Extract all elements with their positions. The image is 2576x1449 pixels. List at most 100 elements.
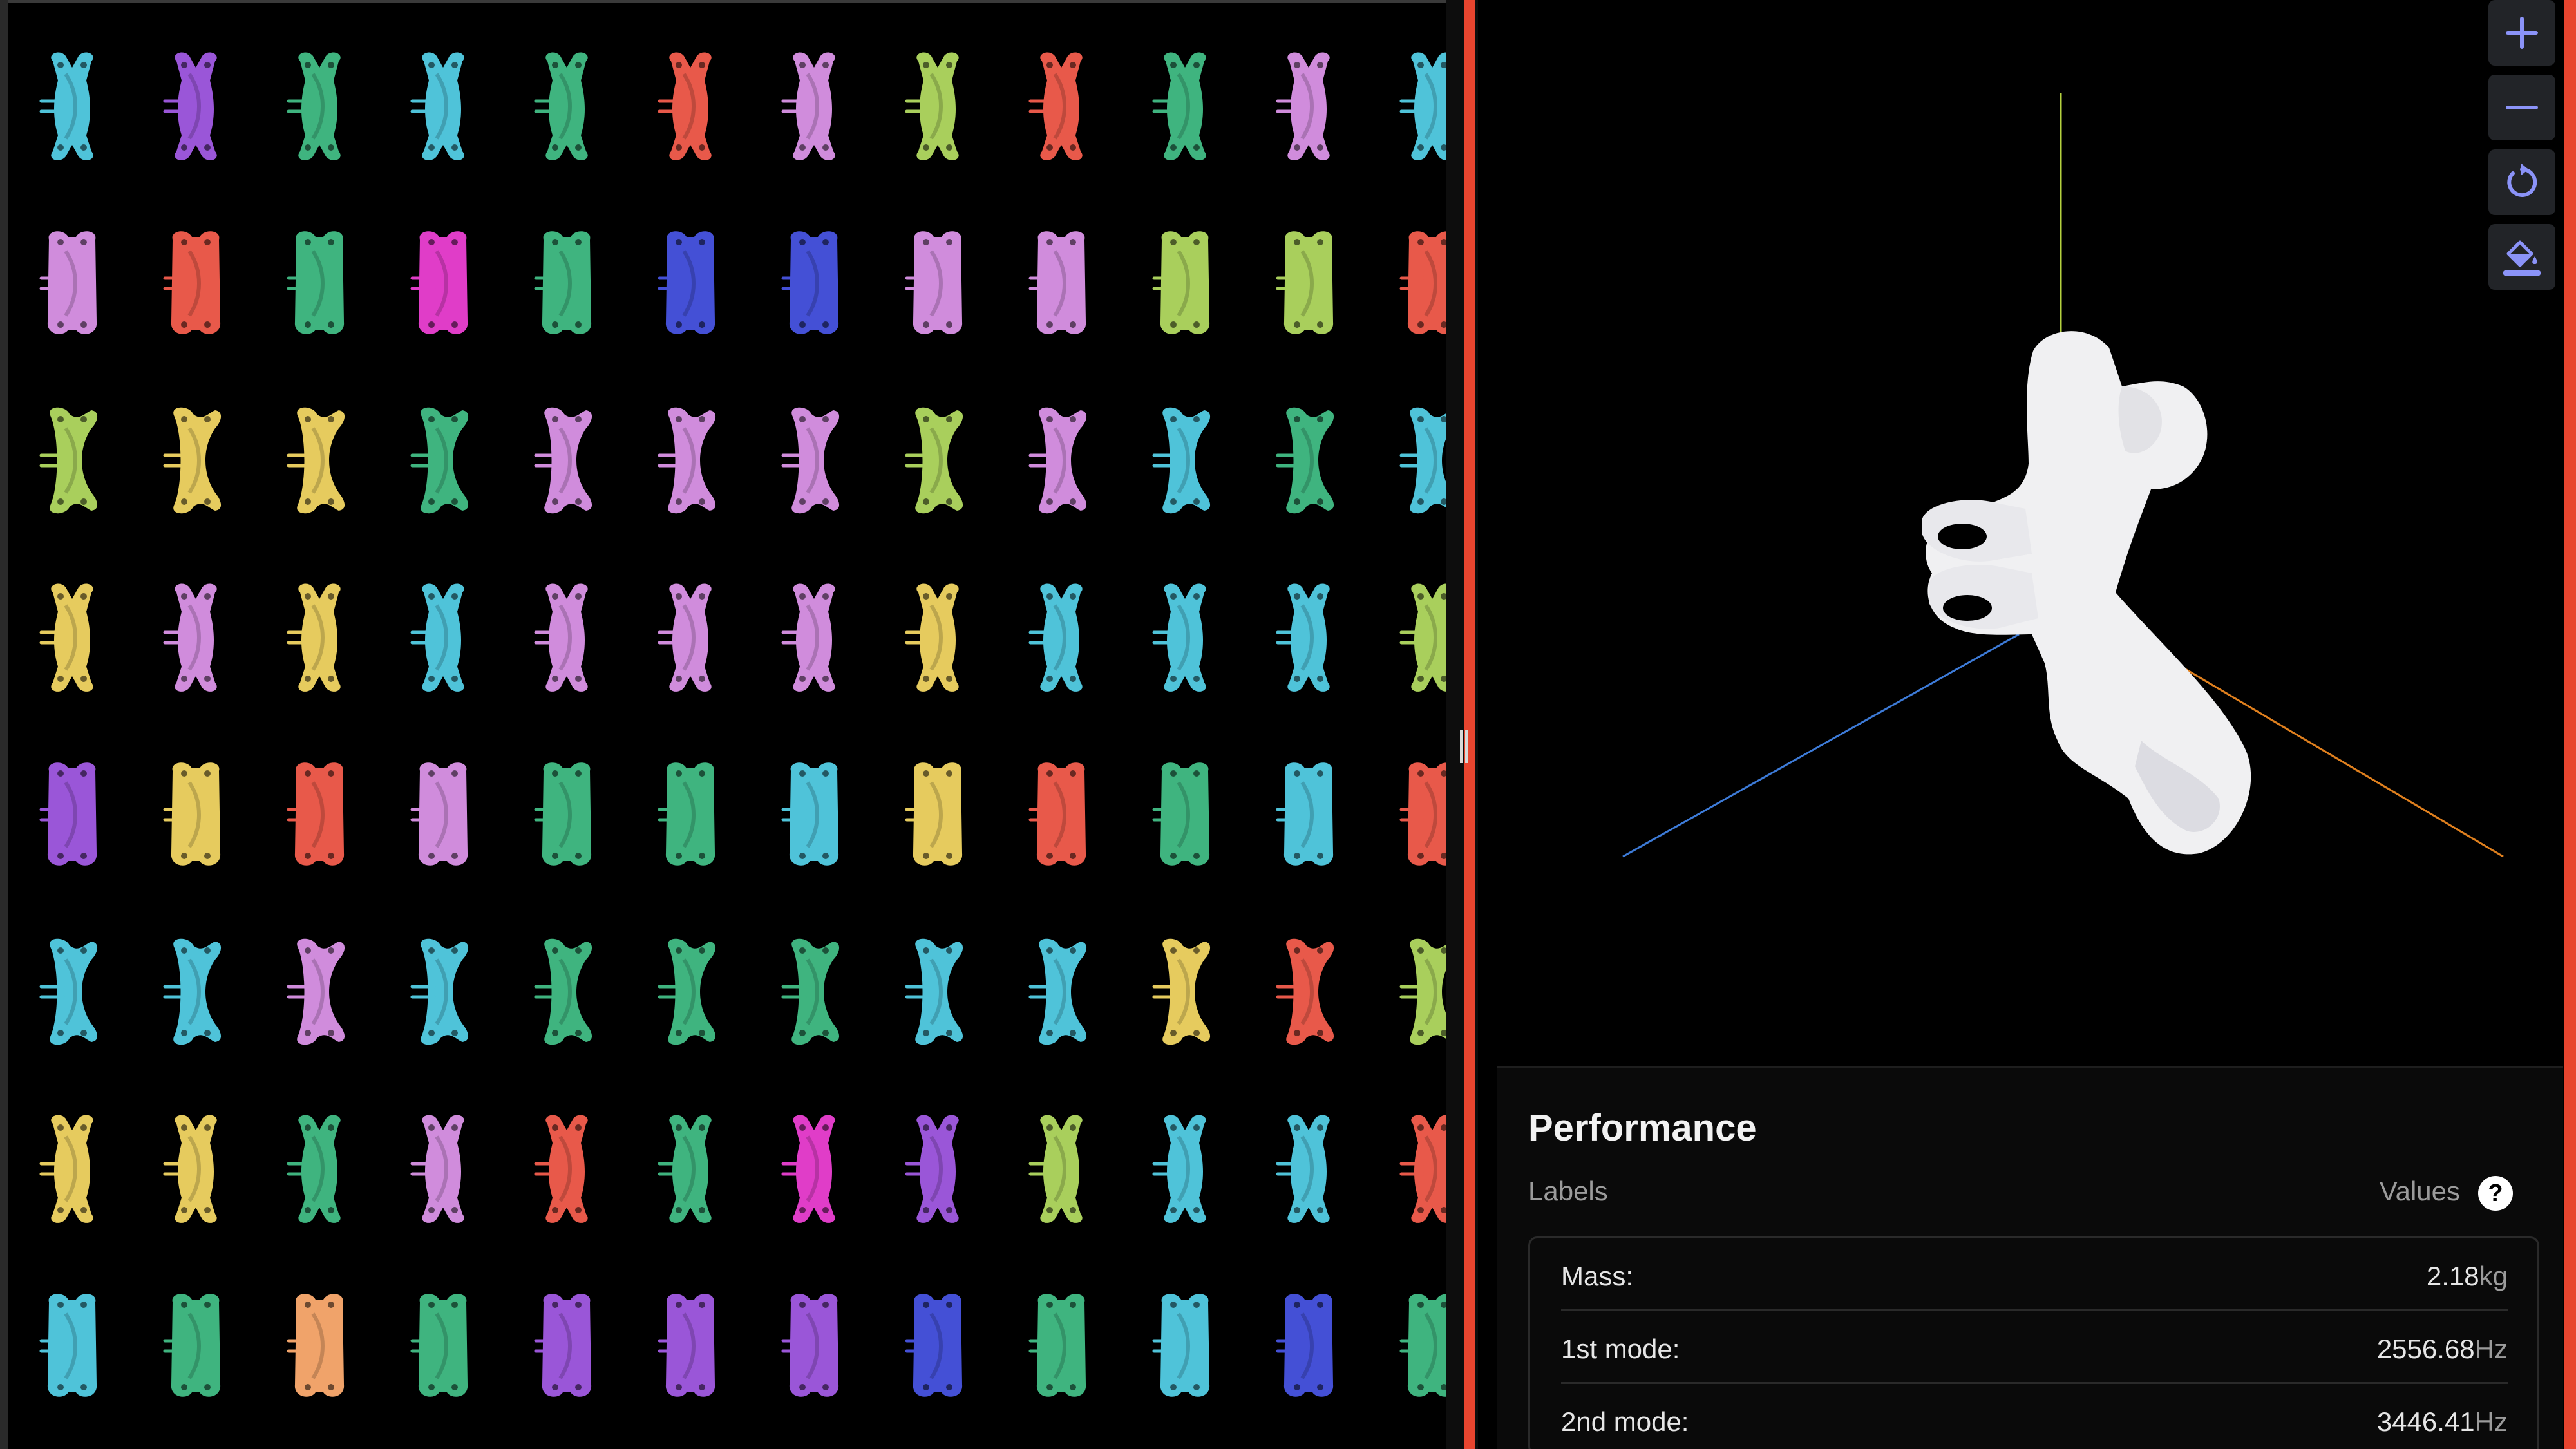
design-thumbnail[interactable] bbox=[658, 231, 715, 334]
design-thumbnail[interactable] bbox=[534, 583, 588, 692]
design-thumbnail[interactable] bbox=[410, 1115, 464, 1223]
design-thumbnail[interactable] bbox=[163, 231, 221, 334]
design-thumbnail[interactable] bbox=[1028, 938, 1087, 1045]
reset-view-button[interactable] bbox=[2488, 149, 2555, 215]
design-thumbnail[interactable] bbox=[1028, 231, 1086, 334]
design-thumbnail[interactable] bbox=[781, 762, 839, 866]
splitter-handle-icon[interactable] bbox=[1460, 730, 1468, 763]
design-thumbnail[interactable] bbox=[39, 231, 97, 334]
design-thumbnail[interactable] bbox=[1399, 407, 1446, 514]
design-thumbnail[interactable] bbox=[39, 583, 93, 692]
selected-part-model[interactable] bbox=[1922, 331, 2251, 855]
design-thumbnail[interactable] bbox=[39, 1115, 93, 1223]
design-thumbnail[interactable] bbox=[781, 1115, 835, 1223]
3d-scene[interactable] bbox=[1478, 0, 2566, 1066]
design-thumbnail[interactable] bbox=[1152, 1294, 1210, 1397]
design-thumbnail[interactable] bbox=[1276, 938, 1334, 1045]
design-thumbnail[interactable] bbox=[534, 938, 592, 1045]
design-thumbnail[interactable] bbox=[39, 938, 98, 1045]
design-thumbnail[interactable] bbox=[163, 1115, 217, 1223]
design-thumbnail[interactable] bbox=[905, 583, 959, 692]
design-thumbnail[interactable] bbox=[658, 1115, 712, 1223]
design-thumbnail[interactable] bbox=[163, 938, 222, 1045]
design-thumbnail[interactable] bbox=[1028, 1115, 1083, 1223]
zoom-out-button[interactable] bbox=[2488, 75, 2555, 140]
design-thumbnail[interactable] bbox=[1399, 583, 1446, 692]
design-thumbnail[interactable] bbox=[1028, 407, 1087, 514]
design-thumbnail[interactable] bbox=[410, 938, 469, 1045]
design-thumbnail[interactable] bbox=[905, 938, 963, 1045]
design-thumbnail[interactable] bbox=[287, 583, 341, 692]
color-fill-button[interactable] bbox=[2488, 224, 2555, 290]
design-thumbnail[interactable] bbox=[287, 52, 341, 160]
design-thumbnail[interactable] bbox=[905, 762, 963, 866]
design-thumbnail[interactable] bbox=[534, 52, 588, 160]
design-thumbnail[interactable] bbox=[1399, 1115, 1446, 1223]
design-thumbnail[interactable] bbox=[781, 407, 840, 514]
design-thumbnail[interactable] bbox=[1276, 583, 1330, 692]
design-thumbnail[interactable] bbox=[658, 938, 716, 1045]
design-thumbnail[interactable] bbox=[905, 231, 963, 334]
design-thumbnail[interactable] bbox=[1399, 52, 1446, 160]
design-thumbnail[interactable] bbox=[1152, 52, 1206, 160]
design-thumbnail[interactable] bbox=[1152, 583, 1206, 692]
design-thumbnail[interactable] bbox=[287, 407, 345, 514]
design-thumbnail[interactable] bbox=[658, 407, 716, 514]
help-icon[interactable]: ? bbox=[2478, 1176, 2513, 1211]
design-thumbnail[interactable] bbox=[1399, 938, 1446, 1045]
design-thumbnail[interactable] bbox=[534, 762, 592, 866]
3d-viewer[interactable] bbox=[1478, 0, 2566, 1066]
design-thumbnail[interactable] bbox=[410, 52, 464, 160]
design-thumbnail[interactable] bbox=[1276, 231, 1334, 334]
design-thumbnail[interactable] bbox=[905, 407, 963, 514]
design-thumbnail[interactable] bbox=[781, 231, 839, 334]
design-thumbnail[interactable] bbox=[534, 1294, 592, 1397]
design-thumbnail[interactable] bbox=[905, 1115, 959, 1223]
zoom-in-button[interactable] bbox=[2488, 0, 2555, 66]
design-thumbnail[interactable] bbox=[1399, 231, 1446, 334]
design-thumbnail[interactable] bbox=[287, 1294, 345, 1397]
design-thumbnail[interactable] bbox=[534, 407, 592, 514]
design-thumbnail[interactable] bbox=[163, 52, 217, 160]
design-thumbnail[interactable] bbox=[781, 938, 840, 1045]
design-thumbnail[interactable] bbox=[905, 52, 959, 160]
design-thumbnail[interactable] bbox=[410, 762, 468, 866]
design-thumbnail[interactable] bbox=[1276, 1294, 1334, 1397]
design-thumbnail[interactable] bbox=[287, 231, 345, 334]
design-thumbnail[interactable] bbox=[534, 231, 592, 334]
design-thumbnail[interactable] bbox=[163, 583, 217, 692]
design-thumbnail[interactable] bbox=[1276, 52, 1330, 160]
design-thumbnail[interactable] bbox=[905, 1294, 963, 1397]
design-thumbnail[interactable] bbox=[287, 1115, 341, 1223]
design-thumbnail[interactable] bbox=[658, 583, 712, 692]
design-thumbnail[interactable] bbox=[1152, 938, 1211, 1045]
design-thumbnail[interactable] bbox=[1276, 407, 1334, 514]
design-thumbnail[interactable] bbox=[1399, 762, 1446, 866]
design-thumbnail[interactable] bbox=[39, 407, 98, 514]
design-thumbnail[interactable] bbox=[39, 1294, 97, 1397]
design-thumbnail[interactable] bbox=[410, 231, 468, 334]
design-thumbnail[interactable] bbox=[781, 583, 835, 692]
design-thumbnail[interactable] bbox=[410, 583, 464, 692]
design-thumbnail[interactable] bbox=[1028, 1294, 1086, 1397]
design-thumbnail[interactable] bbox=[658, 52, 712, 160]
design-thumbnail[interactable] bbox=[39, 52, 93, 160]
design-thumbnail[interactable] bbox=[1028, 52, 1083, 160]
design-thumbnail[interactable] bbox=[781, 52, 835, 160]
design-thumbnail[interactable] bbox=[1028, 762, 1086, 866]
design-thumbnail[interactable] bbox=[410, 407, 469, 514]
grid-left-scroll-edge[interactable] bbox=[0, 0, 8, 1449]
design-thumbnail[interactable] bbox=[287, 762, 345, 866]
design-thumbnail[interactable] bbox=[1152, 762, 1210, 866]
design-thumbnail[interactable] bbox=[1399, 1294, 1446, 1397]
panel-splitter[interactable] bbox=[1446, 0, 1478, 1449]
design-thumbnail[interactable] bbox=[163, 407, 222, 514]
design-thumbnail[interactable] bbox=[39, 762, 97, 866]
design-thumbnail[interactable] bbox=[658, 1294, 715, 1397]
design-thumbnail[interactable] bbox=[287, 938, 345, 1045]
design-thumbnail[interactable] bbox=[1152, 407, 1211, 514]
design-thumbnail[interactable] bbox=[163, 1294, 221, 1397]
design-thumbnail[interactable] bbox=[1028, 583, 1083, 692]
design-thumbnail[interactable] bbox=[781, 1294, 839, 1397]
design-thumbnail[interactable] bbox=[1276, 1115, 1330, 1223]
